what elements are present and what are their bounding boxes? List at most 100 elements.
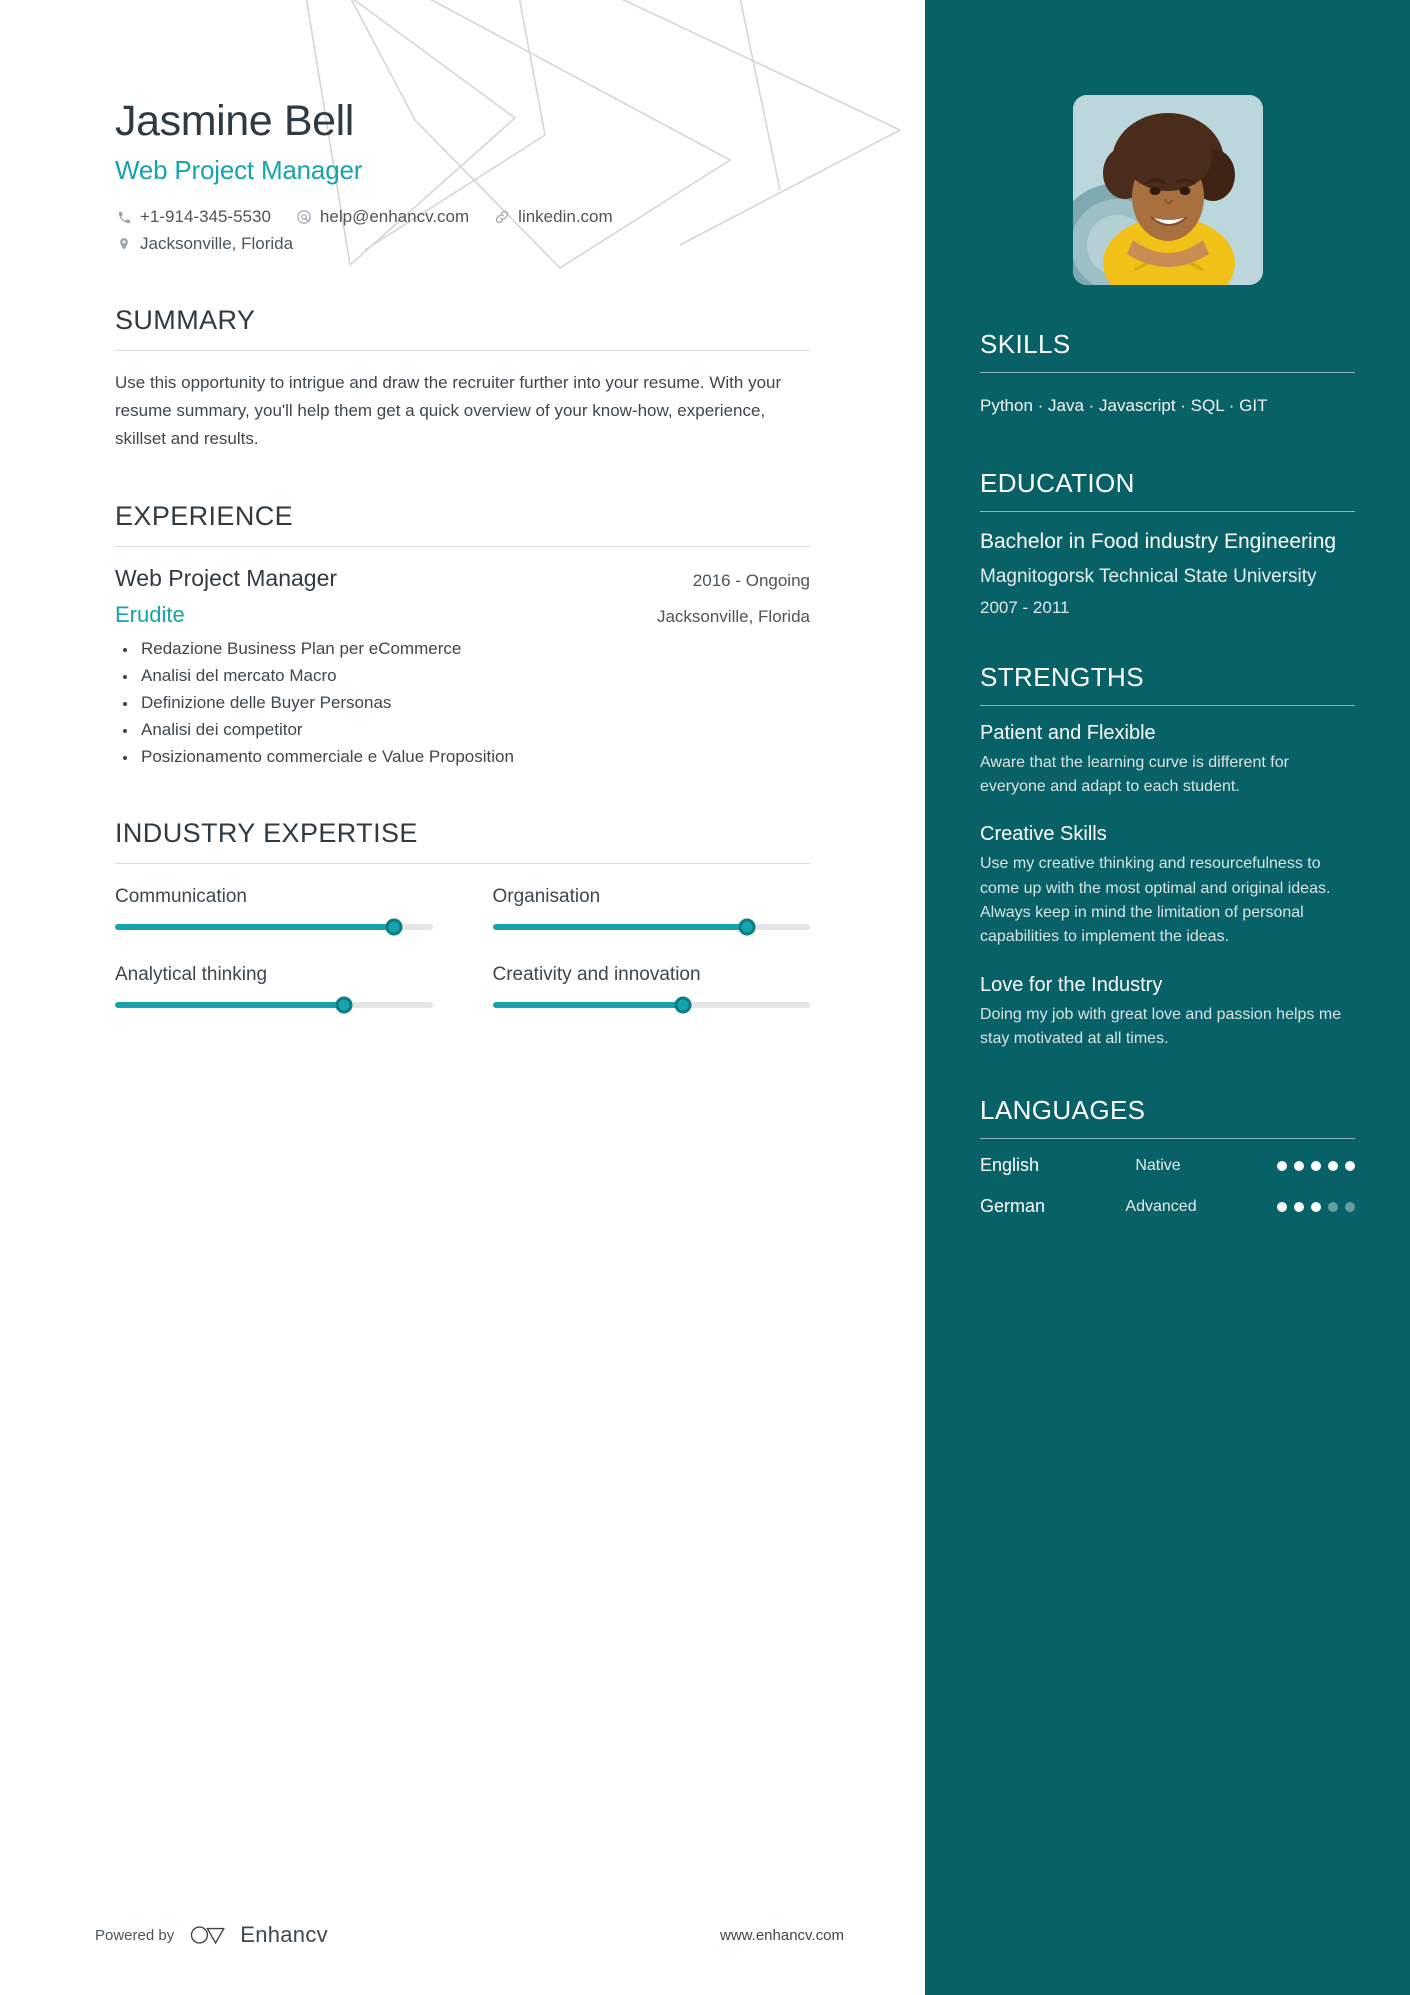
candidate-role: Web Project Manager	[115, 155, 363, 186]
divider	[115, 863, 810, 865]
expertise-item: Analytical thinking	[115, 964, 433, 1014]
location-pin-icon	[115, 235, 133, 253]
divider	[115, 546, 810, 548]
rating-dot	[1294, 1160, 1304, 1171]
rating-dot	[1345, 1201, 1355, 1212]
rating-dot	[1277, 1201, 1287, 1212]
link-icon	[493, 208, 511, 226]
enhancv-logo-icon	[191, 1926, 226, 1945]
expertise-item: Communication	[115, 886, 433, 936]
experience-entry: Web Project Manager 2016 - Ongoing Erudi…	[115, 565, 810, 770]
industry-expertise-heading: INDUSTRY EXPERTISE	[115, 818, 418, 849]
experience-dates: 2016 - Ongoing	[692, 571, 810, 591]
slider-fill	[115, 1002, 344, 1009]
rating-dot	[1277, 1160, 1287, 1171]
slider-knob[interactable]	[738, 918, 755, 936]
education-dates: 2007 - 2011	[980, 597, 1070, 617]
strengths-heading: STRENGTHS	[980, 661, 1144, 692]
slider-fill	[492, 1002, 683, 1009]
contact-info: +1-914-345-5530 help@enhancv.com linkedi…	[115, 204, 810, 257]
languages-heading: LANGUAGES	[980, 1095, 1146, 1126]
contact-location-text: Jacksonville, Florida	[140, 233, 294, 253]
experience-bullet: Definizione delle Buyer Personas	[115, 690, 810, 717]
expertise-item: Organisation	[492, 886, 810, 936]
rating-dot	[1328, 1201, 1338, 1212]
language-row: English Native	[980, 1155, 1355, 1176]
candidate-name: Jasmine Bell	[115, 97, 354, 145]
rating-dot	[1328, 1160, 1338, 1171]
divider	[980, 372, 1355, 373]
language-level: Advanced	[1125, 1197, 1197, 1215]
experience-job-title: Web Project Manager	[115, 565, 338, 592]
skills-heading: SKILLS	[980, 329, 1071, 359]
language-rating	[1277, 1201, 1355, 1212]
contact-phone[interactable]: +1-914-345-5530	[115, 204, 271, 230]
rating-dot	[1311, 1201, 1321, 1212]
slider-fill	[115, 924, 395, 931]
experience-bullet: Analisi dei competitor	[115, 717, 810, 744]
contact-link[interactable]: linkedin.com	[493, 204, 613, 230]
summary-heading: SUMMARY	[115, 304, 256, 335]
experience-heading: EXPERIENCE	[115, 501, 294, 532]
experience-bullet: Posizionamento commerciale e Value Propo…	[115, 744, 810, 771]
footer: Powered by Enhancv www.enhancv.com	[0, 1875, 925, 1995]
rating-dot	[1345, 1160, 1355, 1171]
divider	[115, 349, 810, 351]
footer-website[interactable]: www.enhancv.com	[720, 1927, 844, 1944]
rating-dot	[1294, 1201, 1304, 1212]
strength-description: Aware that the learning curve is differe…	[980, 753, 1289, 795]
language-name: German	[980, 1196, 1046, 1217]
skills-list: Python · Java · Javascript · SQL · GIT	[980, 396, 1268, 415]
experience-location: Jacksonville, Florida	[656, 607, 810, 627]
strength-description: Use my creative thinking and resourceful…	[980, 855, 1331, 946]
strength-name: Love for the Industry	[980, 973, 1163, 996]
contact-phone-text: +1-914-345-5530	[140, 207, 271, 227]
expertise-slider[interactable]	[492, 918, 810, 936]
profile-photo	[1072, 95, 1263, 285]
rating-dot	[1311, 1160, 1321, 1171]
sidebar: SKILLS Python · Java · Javascript · SQL …	[925, 0, 1410, 1995]
expertise-slider[interactable]	[115, 918, 433, 936]
education-degree: Bachelor in Food industry Engineering	[980, 529, 1337, 553]
avatar	[1072, 95, 1263, 285]
divider	[980, 704, 1355, 706]
strength-name: Patient and Flexible	[980, 721, 1156, 744]
contact-link-text: linkedin.com	[518, 207, 613, 227]
powered-by: Powered by Enhancv	[95, 1922, 328, 1948]
sidebar-section-strengths: STRENGTHS Patient and Flexible Aware tha…	[980, 662, 1355, 1052]
slider-knob[interactable]	[335, 996, 353, 1014]
expertise-label: Creativity and innovation	[492, 964, 701, 986]
language-name: English	[980, 1155, 1040, 1176]
resume-page: SKILLS Python · Java · Javascript · SQL …	[0, 0, 1410, 1995]
expertise-item: Creativity and innovation	[492, 964, 810, 1014]
email-icon	[295, 208, 313, 226]
sidebar-section-education: EDUCATION Bachelor in Food industry Engi…	[980, 468, 1355, 618]
contact-email[interactable]: help@enhancv.com	[295, 204, 469, 230]
main-content: Jasmine Bell Web Project Manager +1-914-…	[0, 0, 925, 1995]
slider-knob[interactable]	[385, 918, 403, 936]
experience-bullet: Redazione Business Plan per eCommerce	[115, 636, 810, 663]
expertise-slider[interactable]	[492, 996, 810, 1014]
divider	[980, 510, 1355, 512]
experience-bullet: Analisi del mercato Macro	[115, 663, 810, 690]
slider-knob[interactable]	[674, 996, 692, 1014]
brand-name: Enhancv	[240, 1922, 328, 1947]
education-entry: Bachelor in Food industry Engineering Ma…	[980, 528, 1355, 618]
experience-company[interactable]: Erudite	[115, 602, 185, 628]
language-row: German Advanced	[980, 1196, 1355, 1217]
brand[interactable]: Enhancv	[188, 1922, 328, 1948]
strength-description: Doing my job with great love and passion…	[980, 1005, 1342, 1047]
strength-item: Creative Skills Use my creative thinking…	[980, 823, 1355, 949]
divider	[980, 1138, 1355, 1140]
strength-item: Love for the Industry Doing my job with …	[980, 974, 1355, 1052]
expertise-slider[interactable]	[115, 996, 433, 1014]
contact-location: Jacksonville, Florida	[115, 231, 293, 257]
experience-bullets: Redazione Business Plan per eCommerce An…	[115, 636, 810, 770]
section-experience: EXPERIENCE Web Project Manager 2016 - On…	[115, 501, 810, 770]
education-school: Magnitogorsk Technical State University	[980, 565, 1317, 587]
language-rating	[1277, 1160, 1355, 1171]
summary-text: Use this opportunity to intrigue and dra…	[115, 372, 782, 449]
phone-icon	[115, 208, 133, 226]
expertise-grid: Communication Organisation Analytical th…	[115, 886, 810, 1014]
expertise-label: Organisation	[492, 886, 601, 908]
